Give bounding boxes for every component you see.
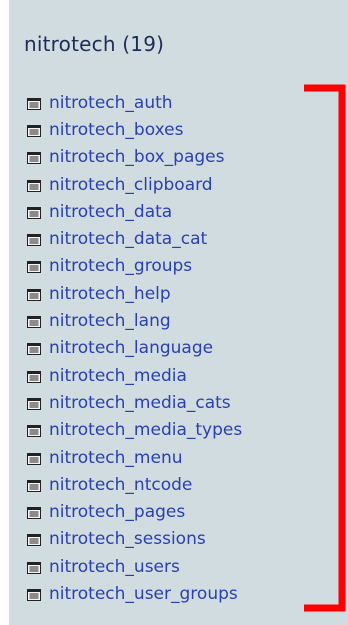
table-icon[interactable] — [27, 507, 41, 520]
table-icon[interactable] — [27, 370, 41, 383]
table-item-nitrotech_clipboard[interactable]: nitrotech_clipboard — [27, 172, 327, 199]
table-link[interactable]: nitrotech_data — [49, 202, 172, 222]
table-icon[interactable] — [27, 343, 41, 356]
table-item-nitrotech_user_groups[interactable]: nitrotech_user_groups — [27, 581, 327, 608]
table-item-nitrotech_sessions[interactable]: nitrotech_sessions — [27, 527, 327, 554]
table-icon[interactable] — [27, 179, 41, 192]
table-item-nitrotech_groups[interactable]: nitrotech_groups — [27, 254, 327, 281]
table-link[interactable]: nitrotech_help — [49, 284, 171, 304]
table-item-nitrotech_data_cat[interactable]: nitrotech_data_cat — [27, 226, 327, 253]
table-item-nitrotech_menu[interactable]: nitrotech_menu — [27, 445, 327, 472]
table-item-nitrotech_media_types[interactable]: nitrotech_media_types — [27, 418, 327, 445]
table-link[interactable]: nitrotech_box_pages — [49, 147, 224, 167]
table-link[interactable]: nitrotech_pages — [49, 502, 185, 522]
table-link[interactable]: nitrotech_clipboard — [49, 175, 213, 195]
table-item-nitrotech_box_pages[interactable]: nitrotech_box_pages — [27, 145, 327, 172]
table-item-nitrotech_help[interactable]: nitrotech_help — [27, 281, 327, 308]
table-item-nitrotech_media_cats[interactable]: nitrotech_media_cats — [27, 390, 327, 417]
table-link[interactable]: nitrotech_user_groups — [49, 584, 238, 604]
table-link[interactable]: nitrotech_auth — [49, 93, 173, 113]
table-icon[interactable] — [27, 452, 41, 465]
table-link[interactable]: nitrotech_lang — [49, 311, 171, 331]
table-item-nitrotech_lang[interactable]: nitrotech_lang — [27, 308, 327, 335]
table-link[interactable]: nitrotech_media — [49, 366, 187, 386]
table-item-nitrotech_pages[interactable]: nitrotech_pages — [27, 499, 327, 526]
table-link[interactable]: nitrotech_boxes — [49, 120, 183, 140]
table-item-nitrotech_users[interactable]: nitrotech_users — [27, 554, 327, 581]
table-link[interactable]: nitrotech_language — [49, 338, 213, 358]
table-icon[interactable] — [27, 288, 41, 301]
table-icon[interactable] — [27, 261, 41, 274]
table-icon[interactable] — [27, 234, 41, 247]
table-icon[interactable] — [27, 397, 41, 410]
table-item-nitrotech_auth[interactable]: nitrotech_auth — [27, 90, 327, 117]
table-link[interactable]: nitrotech_ntcode — [49, 475, 192, 495]
table-icon[interactable] — [27, 152, 41, 165]
table-icon[interactable] — [27, 588, 41, 601]
table-link[interactable]: nitrotech_media_types — [49, 420, 242, 440]
table-item-nitrotech_data[interactable]: nitrotech_data — [27, 199, 327, 226]
table-link[interactable]: nitrotech_menu — [49, 448, 183, 468]
table-icon[interactable] — [27, 479, 41, 492]
table-icon[interactable] — [27, 206, 41, 219]
table-icon[interactable] — [27, 425, 41, 438]
table-icon[interactable] — [27, 561, 41, 574]
table-icon[interactable] — [27, 97, 41, 110]
table-item-nitrotech_language[interactable]: nitrotech_language — [27, 336, 327, 363]
database-sidebar: nitrotech (19) nitrotech_auth nitrotech_… — [9, 0, 348, 625]
red-bracket-annotation — [304, 84, 346, 612]
table-item-nitrotech_boxes[interactable]: nitrotech_boxes — [27, 117, 327, 144]
table-icon[interactable] — [27, 316, 41, 329]
table-list: nitrotech_auth nitrotech_boxes nitrotech… — [27, 90, 327, 609]
table-link[interactable]: nitrotech_sessions — [49, 529, 206, 549]
table-link[interactable]: nitrotech_users — [49, 557, 180, 577]
table-item-nitrotech_media[interactable]: nitrotech_media — [27, 363, 327, 390]
table-link[interactable]: nitrotech_groups — [49, 256, 192, 276]
table-link[interactable]: nitrotech_media_cats — [49, 393, 231, 413]
table-item-nitrotech_ntcode[interactable]: nitrotech_ntcode — [27, 472, 327, 499]
table-icon[interactable] — [27, 124, 41, 137]
table-icon[interactable] — [27, 534, 41, 547]
database-title[interactable]: nitrotech (19) — [24, 32, 164, 56]
table-link[interactable]: nitrotech_data_cat — [49, 229, 207, 249]
